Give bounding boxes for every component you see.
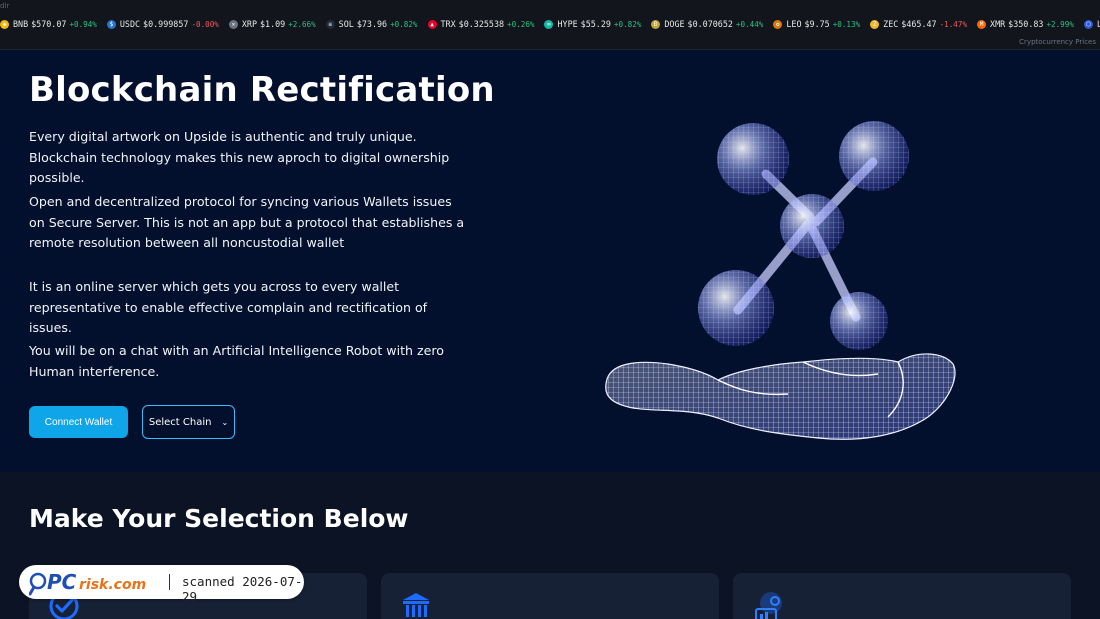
hero-title: Blockchain Rectification — [29, 70, 495, 110]
ticker-price: $570.07 — [31, 19, 67, 29]
selection-card-3[interactable] — [733, 573, 1071, 619]
sol-icon: ≡ — [325, 19, 335, 29]
ticker-item-sol[interactable]: ≡ SOL $73.96 +0.82% — [325, 19, 418, 29]
ticker-price: $350.83 — [1008, 19, 1044, 29]
xmr-icon: M — [977, 19, 987, 29]
ticker-row: ◆ BNB $570.07 +0.94% $ USDC $0.999857 -0.00% ✕ XR… — [0, 17, 1100, 31]
ticker-symbol: ZEC — [883, 19, 899, 29]
ticker-symbol: HYPE — [557, 19, 578, 29]
ticker-change: +0.26% — [507, 19, 535, 29]
watermark-text: scanned 2026-07-29 — [182, 574, 303, 604]
ticker-price: $73.96 — [356, 19, 388, 29]
ticker-change: -0.00% — [191, 19, 219, 29]
ticker-change: +2.66% — [288, 19, 316, 29]
select-chain-dropdown[interactable]: Select Chain ⌄ — [142, 405, 235, 439]
ticker-edge-text: dlr — [0, 2, 10, 10]
ticker-price: $9.75 — [804, 19, 830, 29]
ticker-change: +0.13% — [832, 19, 861, 29]
chevron-down-icon: ⌄ — [221, 417, 229, 427]
hero-paragraph-4: You will be on a chat with an Artificial… — [29, 343, 444, 379]
ticker-change: +0.82% — [390, 19, 418, 29]
ticker-price: $1.09 — [260, 19, 286, 29]
ticker-symbol: XRP — [241, 19, 258, 29]
ticker-item-doge[interactable]: Ð DOGE $0.070652 +0.44% — [651, 19, 763, 29]
ticker-symbol: BNB — [13, 19, 29, 29]
selection-title: Make Your Selection Below — [29, 504, 409, 533]
ticker-price: $0.070652 — [687, 19, 733, 29]
bnb-icon: ◆ — [0, 19, 9, 29]
ticker-item-leo[interactable]: ✿ LEO $9.75 +0.13% — [773, 19, 860, 29]
watermark-separator — [169, 574, 170, 590]
crypto-ticker: dlr ◆ BNB $570.07 +0.94% $ USDC $0.999857 -0.00… — [0, 0, 1100, 50]
ticker-symbol: DOGE — [664, 19, 685, 29]
svg-text:risk.com: risk.com — [79, 577, 146, 593]
ticker-price: $465.47 — [901, 19, 937, 29]
wireframe-hand-molecule-illustration — [605, 121, 956, 440]
ticker-symbol: XMR — [990, 19, 1006, 29]
ticker-change: -1.47% — [939, 19, 968, 29]
select-chain-label: Select Chain — [148, 416, 212, 428]
ticker-price: $0.325538 — [458, 19, 505, 29]
selection-card-2[interactable] — [381, 573, 719, 619]
ticker-symbol: USDC — [119, 19, 141, 29]
ticker-item-bnb[interactable]: ◆ BNB $570.07 +0.94% — [0, 19, 97, 29]
ticker-price: $55.29 — [580, 19, 611, 29]
ticker-item-trx[interactable]: ▲ TRX $0.325538 +0.26% — [427, 19, 535, 29]
ticker-item-xrp[interactable]: ✕ XRP $1.09 +2.66% — [228, 19, 316, 29]
hero-paragraph-2: Open and decentralized protocol for sync… — [29, 194, 465, 250]
wireframe-hand — [605, 353, 956, 440]
hero-section: Blockchain Rectification Every digital a… — [0, 50, 1100, 472]
hero-paragraph-1: Every digital artwork on Upside is authe… — [29, 129, 450, 185]
svg-text:PC: PC — [47, 570, 77, 594]
xrp-icon: ✕ — [228, 19, 238, 29]
link-icon: ⬡ — [1083, 19, 1093, 29]
ticker-change: +2.99% — [1046, 19, 1074, 29]
bank-icon — [403, 593, 429, 617]
molecule-spheres — [698, 121, 909, 350]
trx-icon: ▲ — [427, 19, 437, 29]
zec-icon: Z — [870, 19, 880, 29]
usdc-icon: $ — [106, 19, 116, 29]
ticker-item-usdc[interactable]: $ USDC $0.999857 -0.00% — [106, 19, 219, 29]
ticker-item-zec[interactable]: Z ZEC $465.47 -1.47% — [870, 19, 967, 29]
ticker-item-hype[interactable]: ∞ HYPE $55.29 +0.82% — [544, 19, 641, 29]
ticker-credit-link[interactable]: Cryptocurrency Prices — [1019, 38, 1096, 46]
ticker-item-link[interactable]: ⬡LINK$8.41+ — [1083, 19, 1100, 29]
ticker-symbol: LEO — [786, 19, 802, 29]
ticker-change: +0.94% — [69, 19, 97, 29]
ticker-price: $0.999857 — [143, 19, 189, 29]
pcrisk-watermark: PC risk.com scanned 2026-07-29 — [19, 565, 304, 604]
pcrisk-logo: PC risk.com — [29, 570, 146, 596]
ticker-item-xmr[interactable]: M XMR $350.83 +2.99% — [977, 19, 1074, 29]
hype-icon: ∞ — [544, 19, 554, 29]
ticker-symbol: TRX — [440, 19, 456, 29]
cog-chart-icon — [755, 592, 782, 619]
ticker-change: +0.44% — [735, 19, 764, 29]
hero-paragraph-3: It is an online server which gets you ac… — [29, 279, 428, 335]
doge-icon: Ð — [651, 19, 661, 29]
ticker-symbol: SOL — [338, 19, 354, 29]
ticker-change: +0.82% — [613, 19, 642, 29]
connect-wallet-button[interactable]: Connect Wallet — [29, 406, 128, 438]
leo-icon: ✿ — [773, 19, 783, 29]
